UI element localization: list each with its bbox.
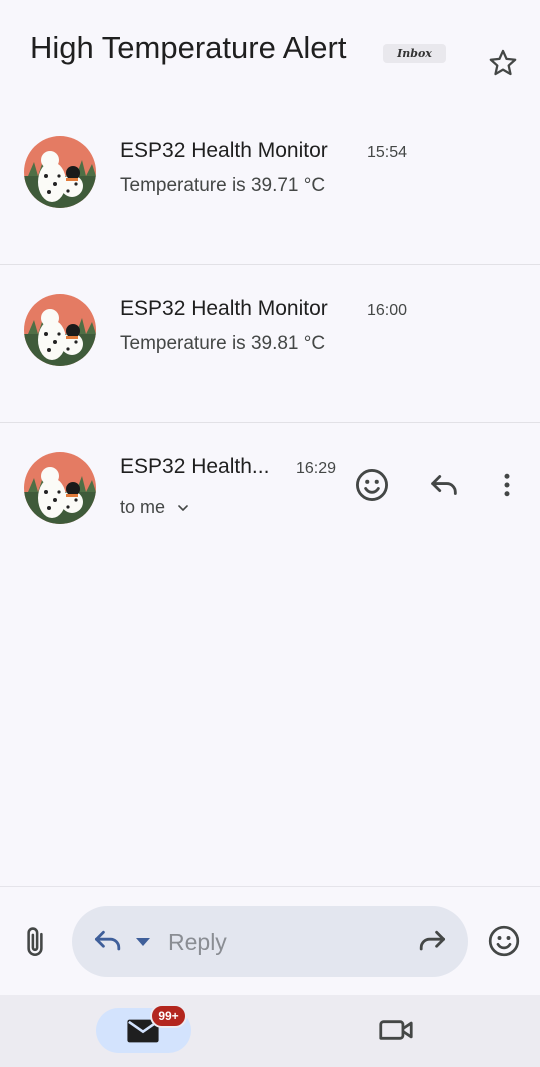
chevron-down-icon — [178, 504, 188, 511]
emoji-icon[interactable] — [486, 923, 522, 959]
message-time: 16:29 — [296, 460, 337, 477]
message-snippet: Temperature is 39.81 °C — [120, 333, 326, 354]
more-vert-icon[interactable] — [492, 468, 522, 502]
reply-arrow-icon[interactable] — [92, 928, 126, 956]
video-icon[interactable] — [378, 1015, 414, 1045]
attach-icon[interactable] — [18, 923, 52, 961]
sender-name: ESP32 Health Monitor — [120, 139, 328, 162]
reply-icon[interactable] — [426, 468, 462, 502]
reply-placeholder: Reply — [168, 929, 227, 955]
bottom-navigation: 99+ — [0, 995, 540, 1067]
avatar[interactable] — [24, 136, 96, 208]
unread-badge: 99+ — [150, 1004, 187, 1028]
compose-bar: Reply — [0, 886, 540, 995]
recipient-label: to me — [120, 497, 166, 517]
forward-icon[interactable] — [414, 928, 448, 956]
message-item[interactable]: ESP32 Health Monitor 16:00 Temperature i… — [0, 265, 540, 423]
message-item[interactable]: ESP32 Health Monitor 15:54 Temperature i… — [0, 107, 540, 265]
reply-field[interactable]: Reply — [72, 906, 468, 977]
sender-name: ESP32 Health... — [120, 455, 270, 478]
message-time: 16:00 — [367, 302, 408, 319]
dropdown-icon[interactable] — [135, 937, 151, 947]
avatar[interactable] — [24, 452, 96, 524]
inbox-label-chip[interactable]: Inbox — [383, 44, 446, 63]
sender-name: ESP32 Health Monitor — [120, 297, 328, 320]
recipient-details-toggle[interactable]: to me — [120, 497, 191, 518]
thread-subject: High Temperature Alert — [30, 30, 347, 65]
emoji-react-icon[interactable] — [353, 466, 391, 504]
message-snippet: Temperature is 39.71 °C — [120, 175, 326, 196]
message-time: 15:54 — [367, 144, 408, 161]
message-item-expanded: ESP32 Health... 16:29 to me — [0, 423, 540, 553]
avatar[interactable] — [24, 294, 96, 366]
thread-header: High Temperature Alert Inbox — [0, 0, 540, 100]
star-icon[interactable] — [486, 46, 520, 80]
